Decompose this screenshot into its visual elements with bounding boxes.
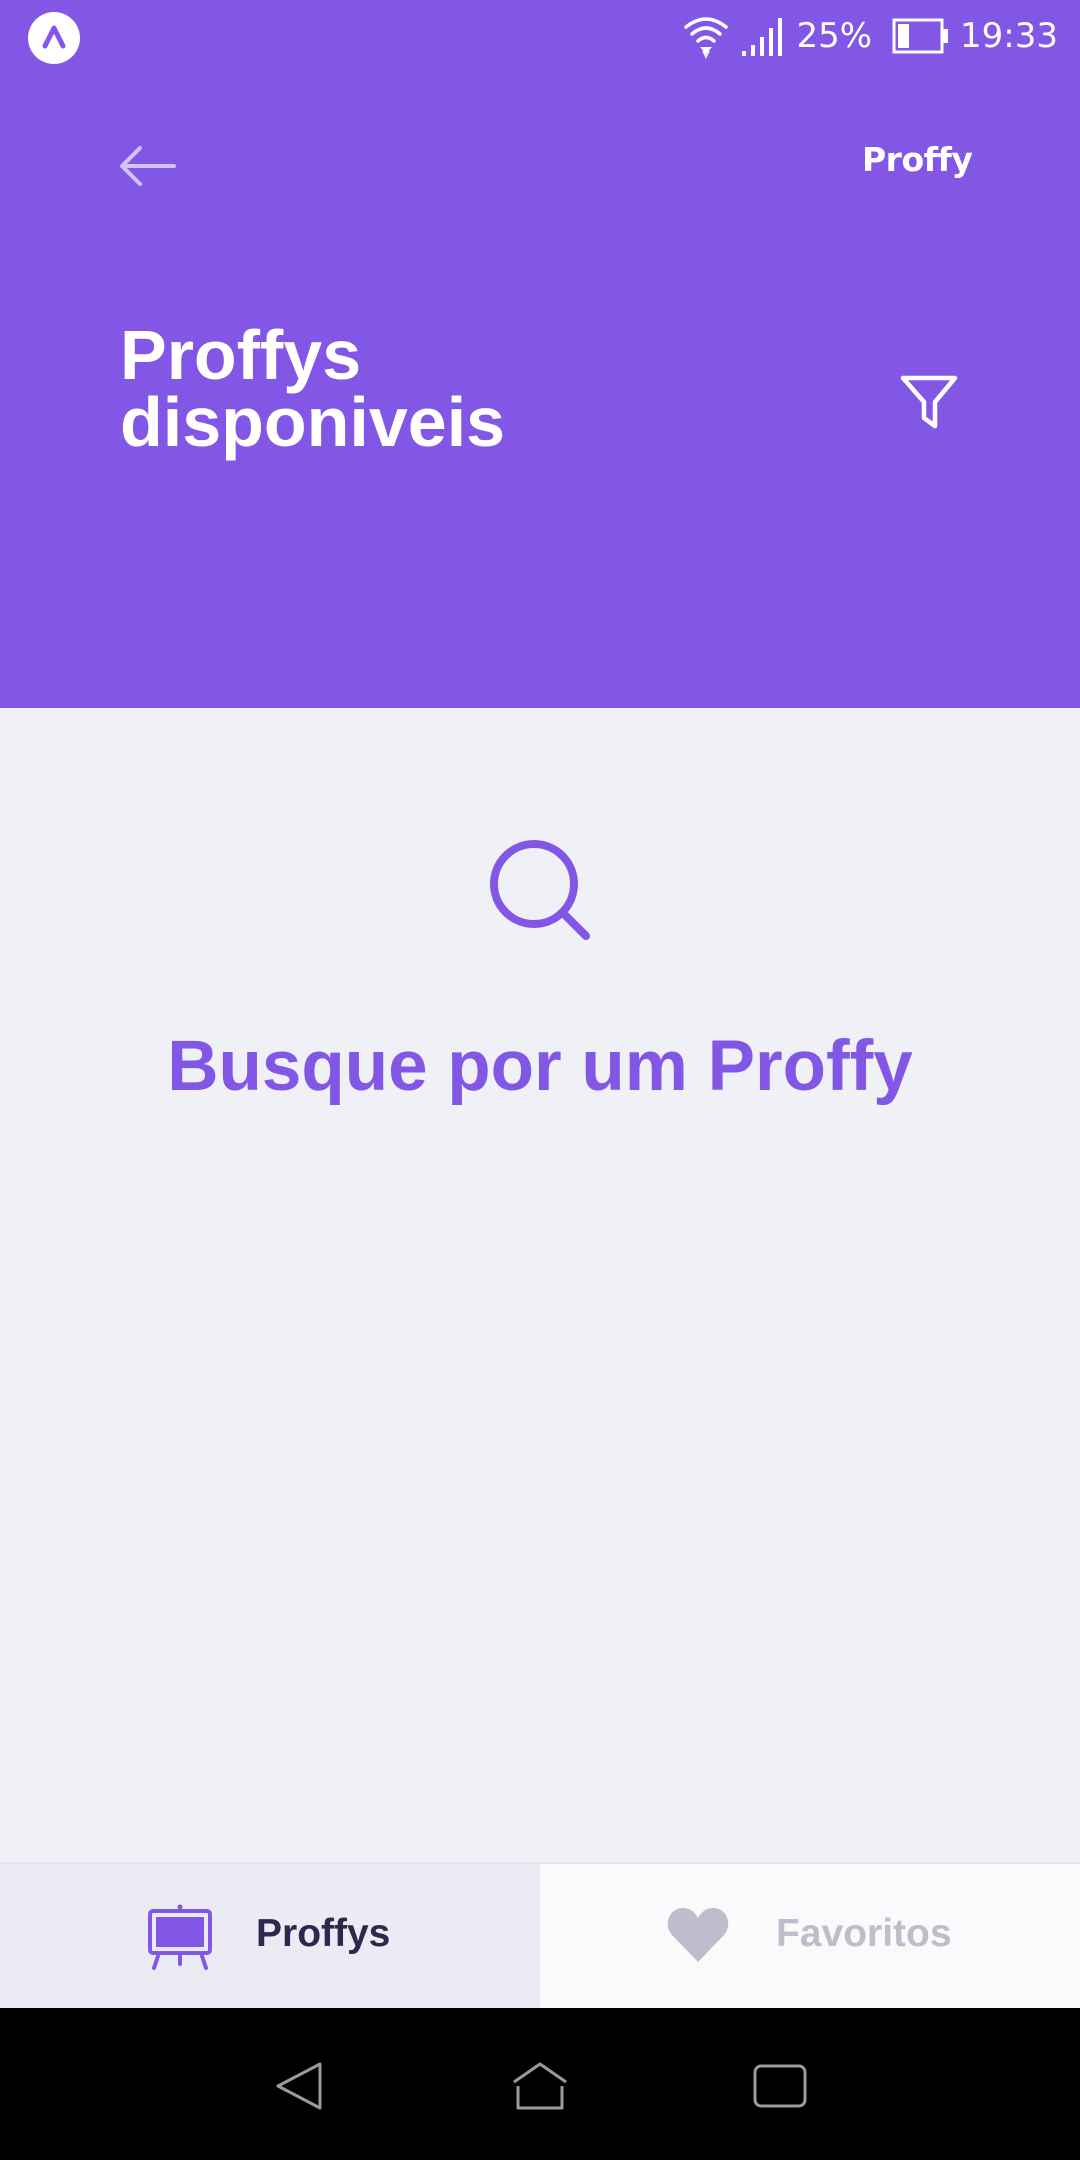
filter-icon: [900, 375, 958, 429]
bottom-tab-bar: Proffys Favoritos: [0, 1862, 1080, 2008]
easel-icon: [148, 1904, 212, 1970]
battery-percent: 25%: [796, 16, 873, 56]
nav-home-icon[interactable]: [510, 2060, 570, 2112]
tab-proffys[interactable]: Proffys: [0, 1864, 540, 2008]
tab-proffys-label: Proffys: [256, 1912, 391, 1955]
search-icon: [490, 840, 590, 940]
page-title: Proffys disponiveis: [120, 316, 740, 461]
page-title-line-1: Proffys: [120, 316, 362, 394]
content-area: Busque por um Proffy: [0, 708, 1080, 1862]
system-navigation-bar: [0, 2008, 1080, 2160]
clock: 19:33: [960, 16, 1058, 56]
nav-back-icon[interactable]: [270, 2060, 330, 2112]
battery-icon: [892, 18, 949, 54]
proffy-logo: Proffy: [862, 140, 973, 179]
empty-search-message: Busque por um Proffy: [167, 1027, 913, 1106]
page-title-line-2: disponiveis: [120, 383, 506, 461]
signal-icon: [742, 18, 783, 56]
nav-recents-icon[interactable]: [750, 2060, 810, 2112]
tab-favoritos[interactable]: Favoritos: [540, 1864, 1080, 2008]
filter-button[interactable]: [898, 372, 960, 432]
status-bar: 25% 19:33: [0, 0, 1080, 72]
heart-icon: [667, 1908, 729, 1962]
wifi-icon: [684, 17, 729, 59]
back-button[interactable]: [116, 142, 180, 190]
status-indicators: 25% 19:33: [682, 10, 1058, 62]
tab-favoritos-label: Favoritos: [776, 1912, 952, 1955]
app-notification-icon: [28, 12, 80, 64]
arrow-left-icon: [120, 146, 176, 186]
header: 25% 19:33 Proffy Proffys disponiveis: [0, 0, 1080, 708]
